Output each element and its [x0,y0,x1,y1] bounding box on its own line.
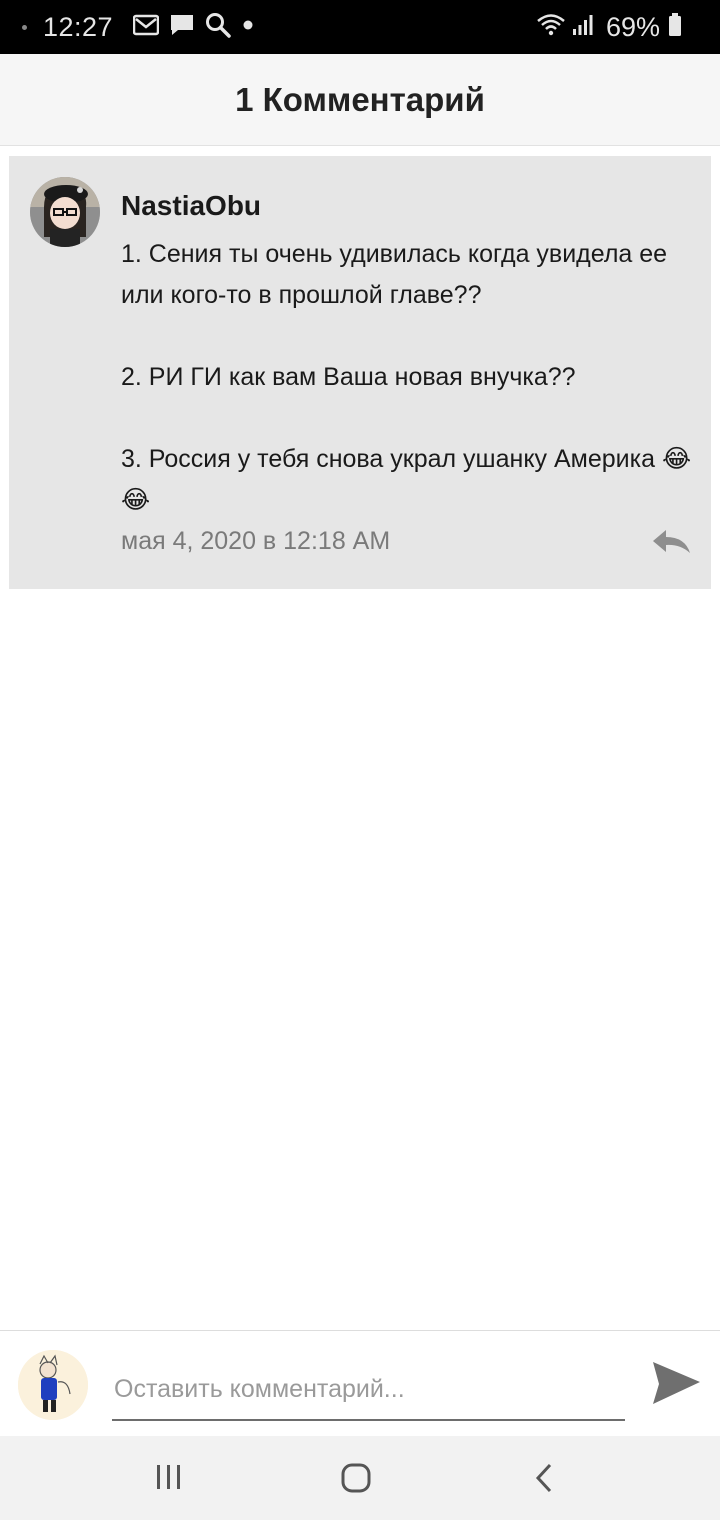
system-nav-bar [0,1436,720,1520]
battery-percent: 69% [605,11,660,42]
comment-input[interactable] [112,1359,625,1421]
send-icon[interactable] [650,1358,702,1410]
message-icon [169,13,195,42]
current-user-avatar [18,1350,88,1420]
search-icon [205,12,231,43]
status-dot-icon [22,24,27,30]
battery-icon [668,12,682,42]
notification-dot-icon [241,18,255,37]
comment-composer [0,1330,720,1436]
comment-text: 1. Сения ты очень удивилась когда увидел… [121,240,692,514]
status-bar: 12:27 69% [0,0,720,54]
gmail-icon [132,14,160,41]
comment-timestamp: мая 4, 2020 в 12:18 AM [121,527,391,555]
signal-icon [572,14,594,41]
page-title: 1 Комментарий [235,80,485,118]
recent-apps-icon[interactable] [154,1462,184,1497]
wifi-icon [536,13,566,42]
comment-card: NastiaObu 1. Сения ты очень удивилась ко… [9,156,711,589]
comments-header: 1 Комментарий [0,54,720,146]
home-icon[interactable] [340,1462,372,1499]
reply-icon[interactable] [650,526,692,558]
comment-author-avatar[interactable] [30,177,100,247]
back-icon[interactable] [532,1462,556,1499]
status-time: 12:27 [43,11,114,42]
comment-author-name[interactable]: NastiaObu [121,190,261,222]
